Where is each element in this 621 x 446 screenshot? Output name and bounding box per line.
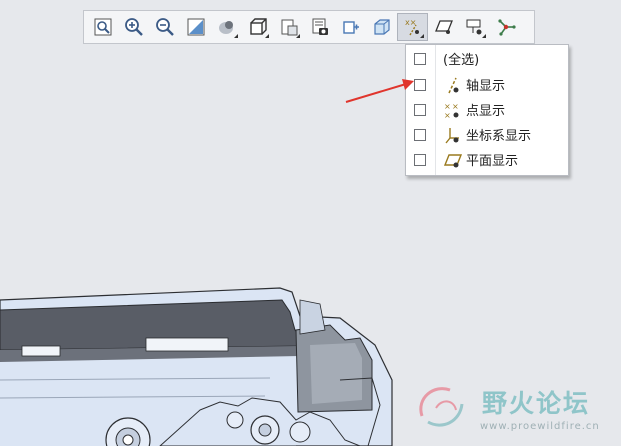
watermark-title: 野火论坛 — [482, 389, 591, 418]
watermark-logo-icon — [419, 387, 464, 427]
watermark-url: www.proewildfire.cn — [480, 421, 600, 432]
watermark: 野火论坛 www.proewildfire.cn — [410, 376, 615, 442]
